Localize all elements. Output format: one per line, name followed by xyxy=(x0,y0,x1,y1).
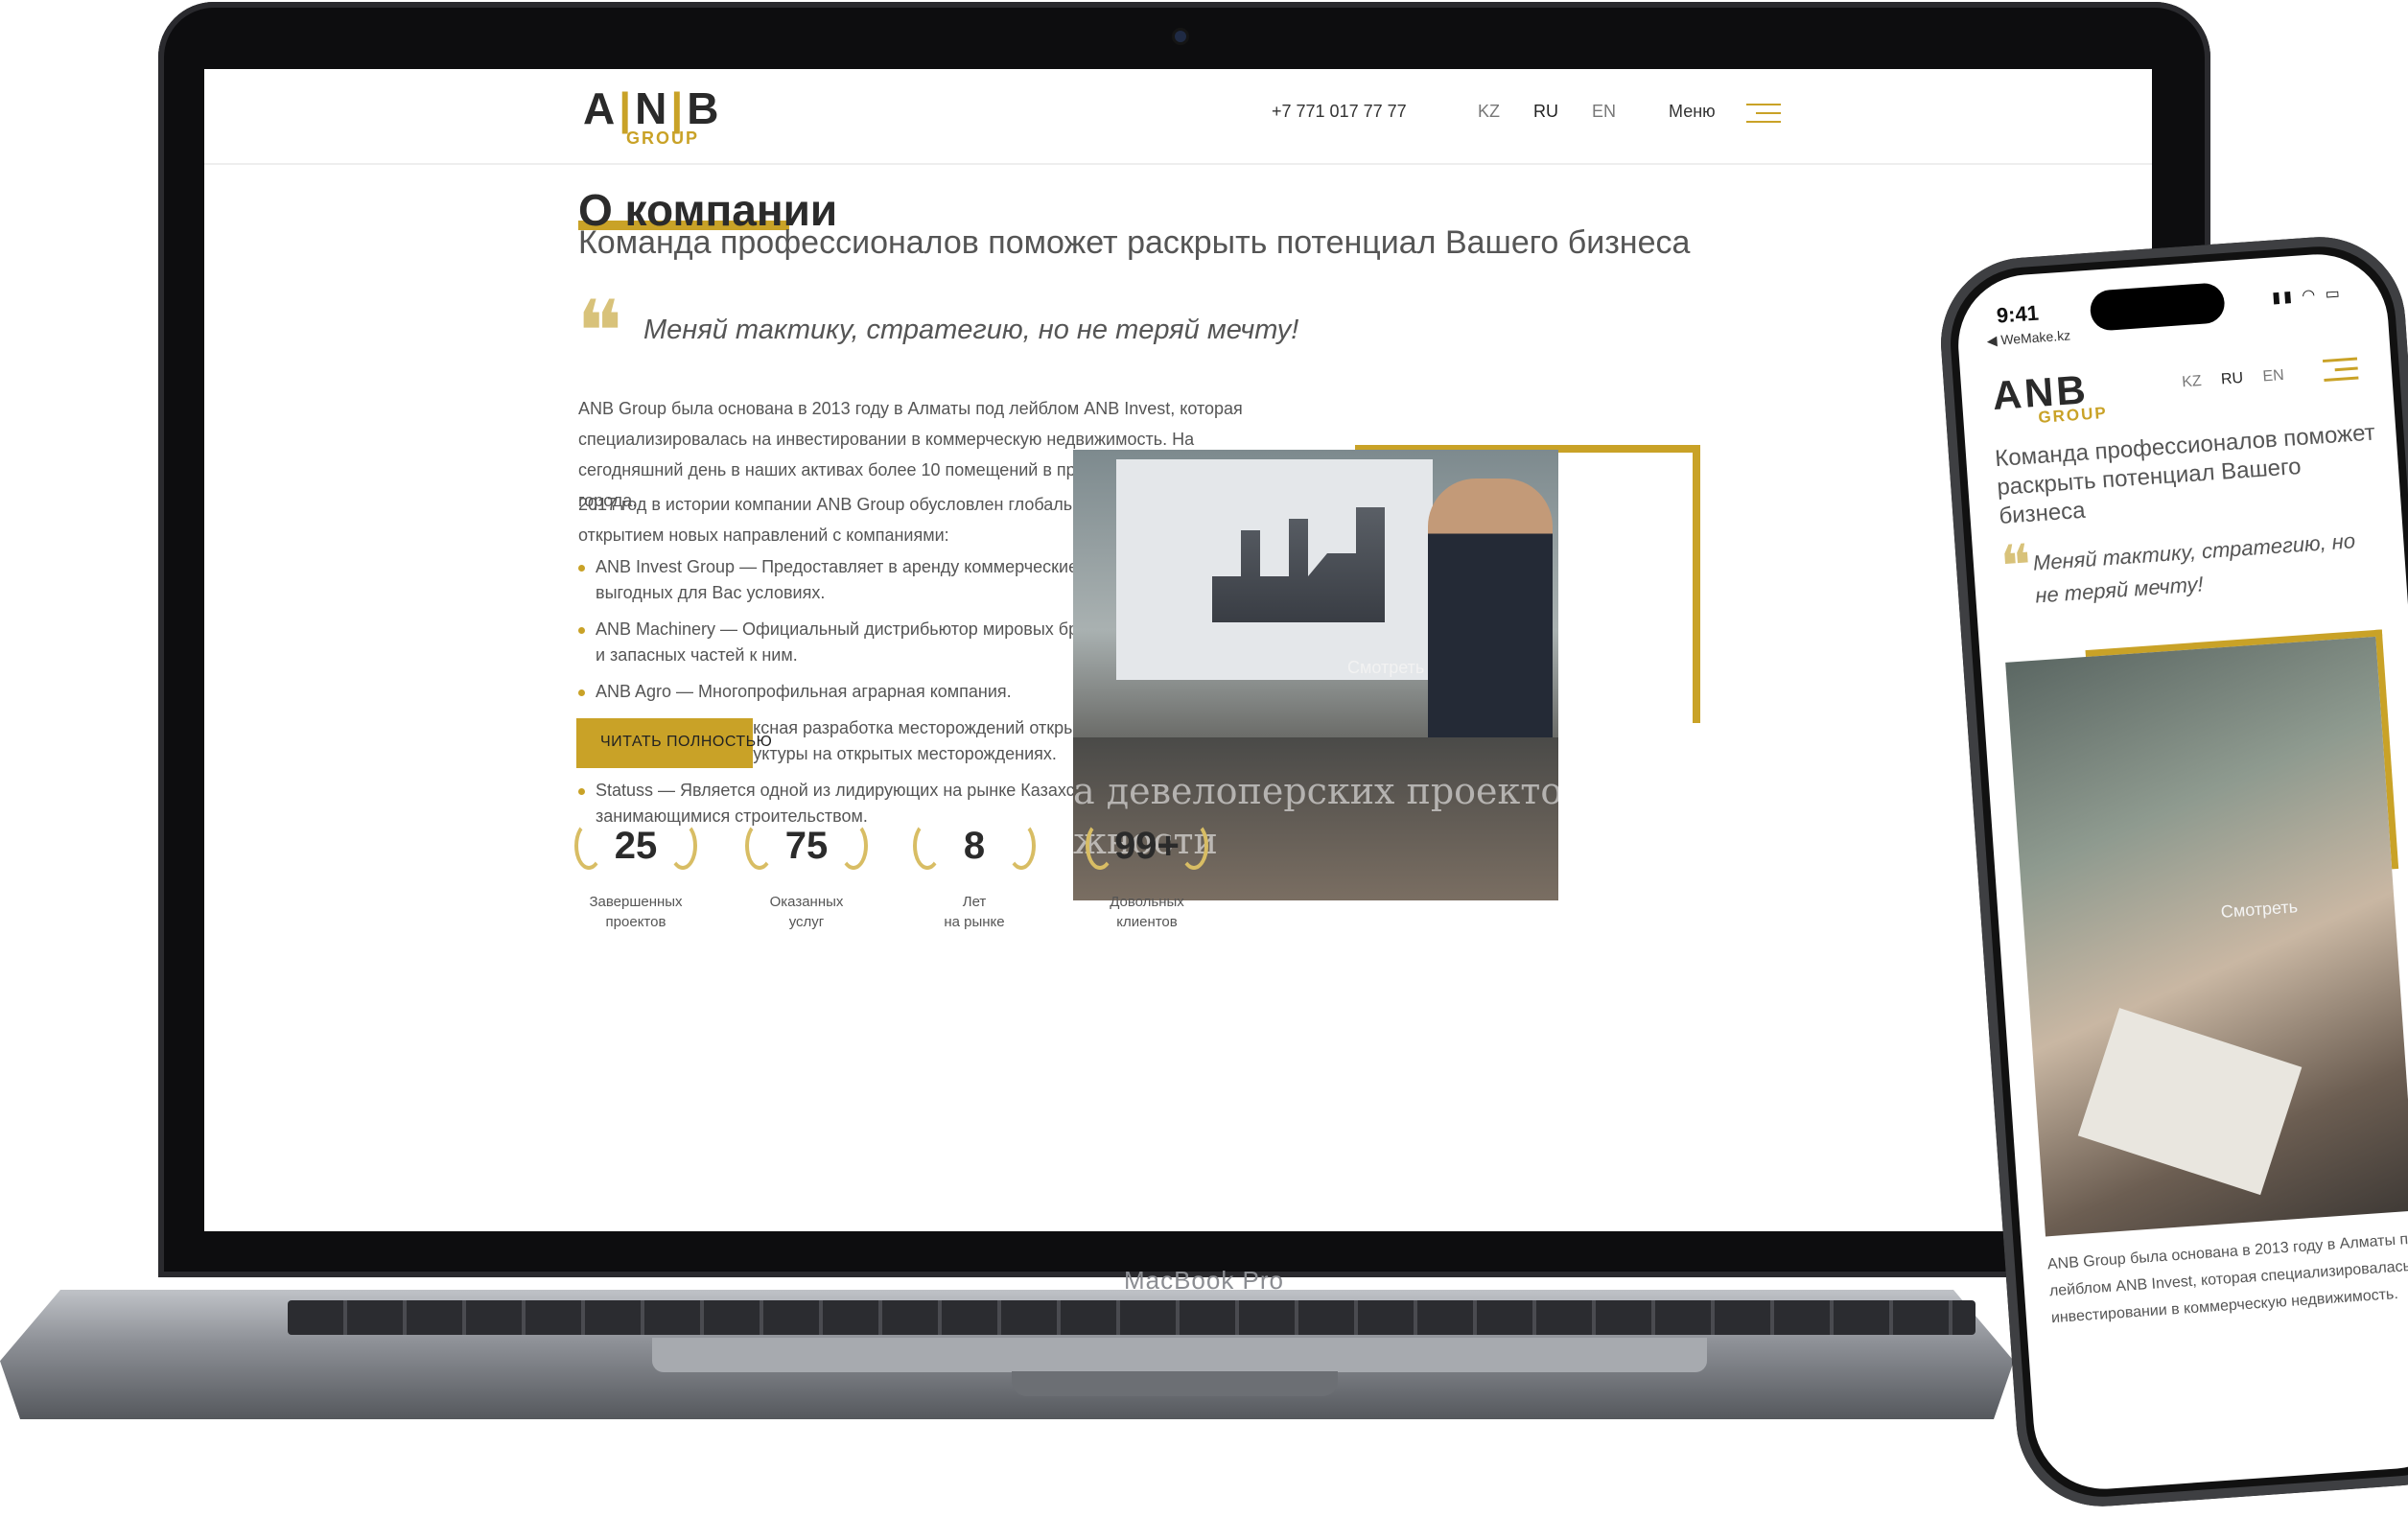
mobile-video[interactable]: Смотреть xyxy=(2005,636,2408,1237)
video-watch-label[interactable]: Смотреть xyxy=(1347,658,1424,678)
mobile-language-switcher: KZ RU EN xyxy=(2182,366,2301,392)
laptop-trackpad-edge xyxy=(652,1338,1707,1372)
hamburger-menu-icon[interactable] xyxy=(1746,104,1781,125)
laptop-camera xyxy=(1175,31,1186,42)
stat-years: 8 Лет на рынке xyxy=(898,817,1051,932)
status-time: 9:41 xyxy=(1996,300,2040,328)
lang-ru[interactable]: RU xyxy=(2220,370,2243,388)
mobile-quote: Меняй тактику, стратегию, но не теряй ме… xyxy=(2032,528,2356,608)
mobile-about-text: ANB Group была основана в 2013 году в Ал… xyxy=(2046,1229,2408,1327)
quote-text: Меняй тактику, стратегию, но не теряй ме… xyxy=(643,315,1299,345)
stat-label: Оказанных услуг xyxy=(769,894,844,930)
site-header: A|N|B GROUP +7 771 017 77 77 KZ RU EN Ме… xyxy=(204,69,2152,165)
read-more-label[interactable]: ЧИТАТЬ ПОЛНОСТЬЮ xyxy=(600,734,772,751)
laurel-left-icon xyxy=(574,822,603,870)
smartphone: 9:41 ◀ WeMake.kz ▮▮ ◠ ▭ ANB GROUP KZ RU … xyxy=(1935,231,2408,1512)
stat-projects: 25 Завершенных проектов xyxy=(559,817,713,932)
laurel-right-icon xyxy=(668,822,697,870)
status-icons: ▮▮ ◠ ▭ xyxy=(2271,285,2344,307)
laurel-left-icon xyxy=(745,822,774,870)
laptop-keyboard xyxy=(288,1300,1975,1335)
laptop-screen: A|N|B GROUP +7 771 017 77 77 KZ RU EN Ме… xyxy=(204,69,2152,1231)
laurel-left-icon xyxy=(1086,822,1114,870)
quote-mark-icon: ❝ xyxy=(1998,531,2034,601)
phone-screen: 9:41 ◀ WeMake.kz ▮▮ ◠ ▭ ANB GROUP KZ RU … xyxy=(1953,249,2408,1494)
mobile-watch-label[interactable]: Смотреть xyxy=(2220,897,2299,922)
menu-label[interactable]: Меню xyxy=(1669,102,1716,122)
stat-services: 75 Оказанных услуг xyxy=(730,817,883,932)
stat-label: Завершенных проектов xyxy=(589,894,683,930)
lang-en[interactable]: EN xyxy=(1592,102,1616,121)
laurel-right-icon xyxy=(1180,822,1208,870)
quote-mark-icon: ❝ xyxy=(576,282,623,383)
mobile-logo-sub: GROUP xyxy=(2037,403,2109,427)
anb-logo[interactable]: A|N|B GROUP xyxy=(583,83,723,153)
language-switcher: KZ RU EN xyxy=(1478,102,1645,122)
lang-kz[interactable]: KZ xyxy=(1478,102,1500,121)
about-subtitle: Команда профессионалов поможет раскрыть … xyxy=(578,224,1691,261)
header-phone-link[interactable]: +7 771 017 77 77 xyxy=(1272,102,1407,122)
document-in-photo xyxy=(2077,1008,2303,1196)
mobile-subtitle: Команда профессионалов поможет раскрыть … xyxy=(1994,419,2376,529)
logo-wordmark: A|N|B xyxy=(583,83,723,133)
laurel-right-icon xyxy=(839,822,868,870)
stat-label: Довольных клиентов xyxy=(1110,894,1184,930)
mobile-hamburger-icon[interactable] xyxy=(2322,357,2359,386)
back-to-app-link[interactable]: ◀ WeMake.kz xyxy=(1986,327,2071,349)
video-presentation-screen xyxy=(1116,459,1433,680)
lang-en[interactable]: EN xyxy=(2262,367,2284,385)
laurel-left-icon xyxy=(913,822,942,870)
logo-sub: GROUP xyxy=(626,128,700,148)
dynamic-island xyxy=(2089,282,2226,332)
laurel-right-icon xyxy=(1007,822,1036,870)
laptop-opening-notch xyxy=(1012,1371,1338,1396)
stat-clients: 99+ Довольных клиентов xyxy=(1070,817,1224,932)
stat-label: Лет на рынке xyxy=(944,894,1005,930)
lang-kz[interactable]: KZ xyxy=(2182,373,2203,390)
lang-ru[interactable]: RU xyxy=(1533,102,1558,121)
